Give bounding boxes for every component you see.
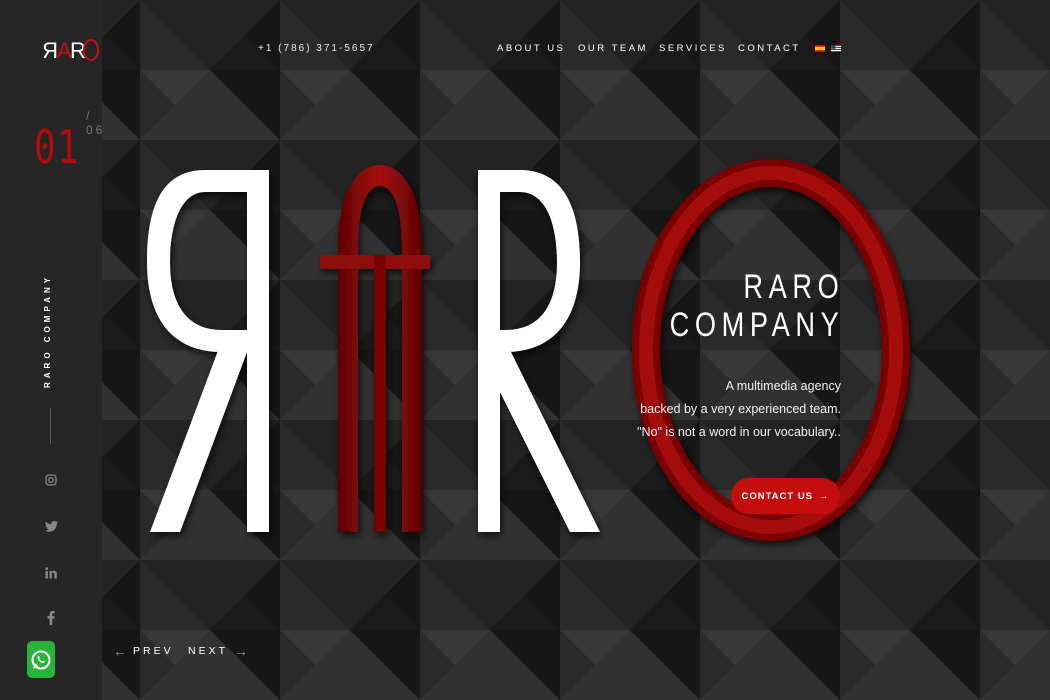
contact-us-button[interactable]: CONTACT US → bbox=[731, 478, 840, 514]
tagline-line3: "No" is not a word in our vocabulary.. bbox=[637, 425, 841, 439]
hero-title-line2: COMPANY bbox=[669, 306, 844, 344]
next-label: NEXT bbox=[188, 645, 229, 657]
tagline-line1: A multimedia agency bbox=[725, 379, 841, 393]
hero-title-line1: RARO bbox=[743, 268, 844, 306]
next-button[interactable]: NEXT → bbox=[188, 643, 248, 659]
prev-label: PREV bbox=[133, 645, 174, 657]
hero-tagline: A multimedia agency backed by a very exp… bbox=[637, 375, 841, 444]
hero-title: RARO COMPANY bbox=[669, 268, 844, 344]
contact-us-label: CONTACT US bbox=[741, 490, 814, 502]
tagline-line2: backed by a very experienced team. bbox=[640, 402, 841, 416]
arrow-left-icon: ← bbox=[113, 643, 127, 659]
prev-button[interactable]: ← PREV bbox=[113, 643, 174, 659]
hero-logo-graphic bbox=[147, 159, 910, 541]
arrow-right-icon: → bbox=[819, 490, 830, 502]
arrow-right-icon: → bbox=[234, 643, 249, 659]
